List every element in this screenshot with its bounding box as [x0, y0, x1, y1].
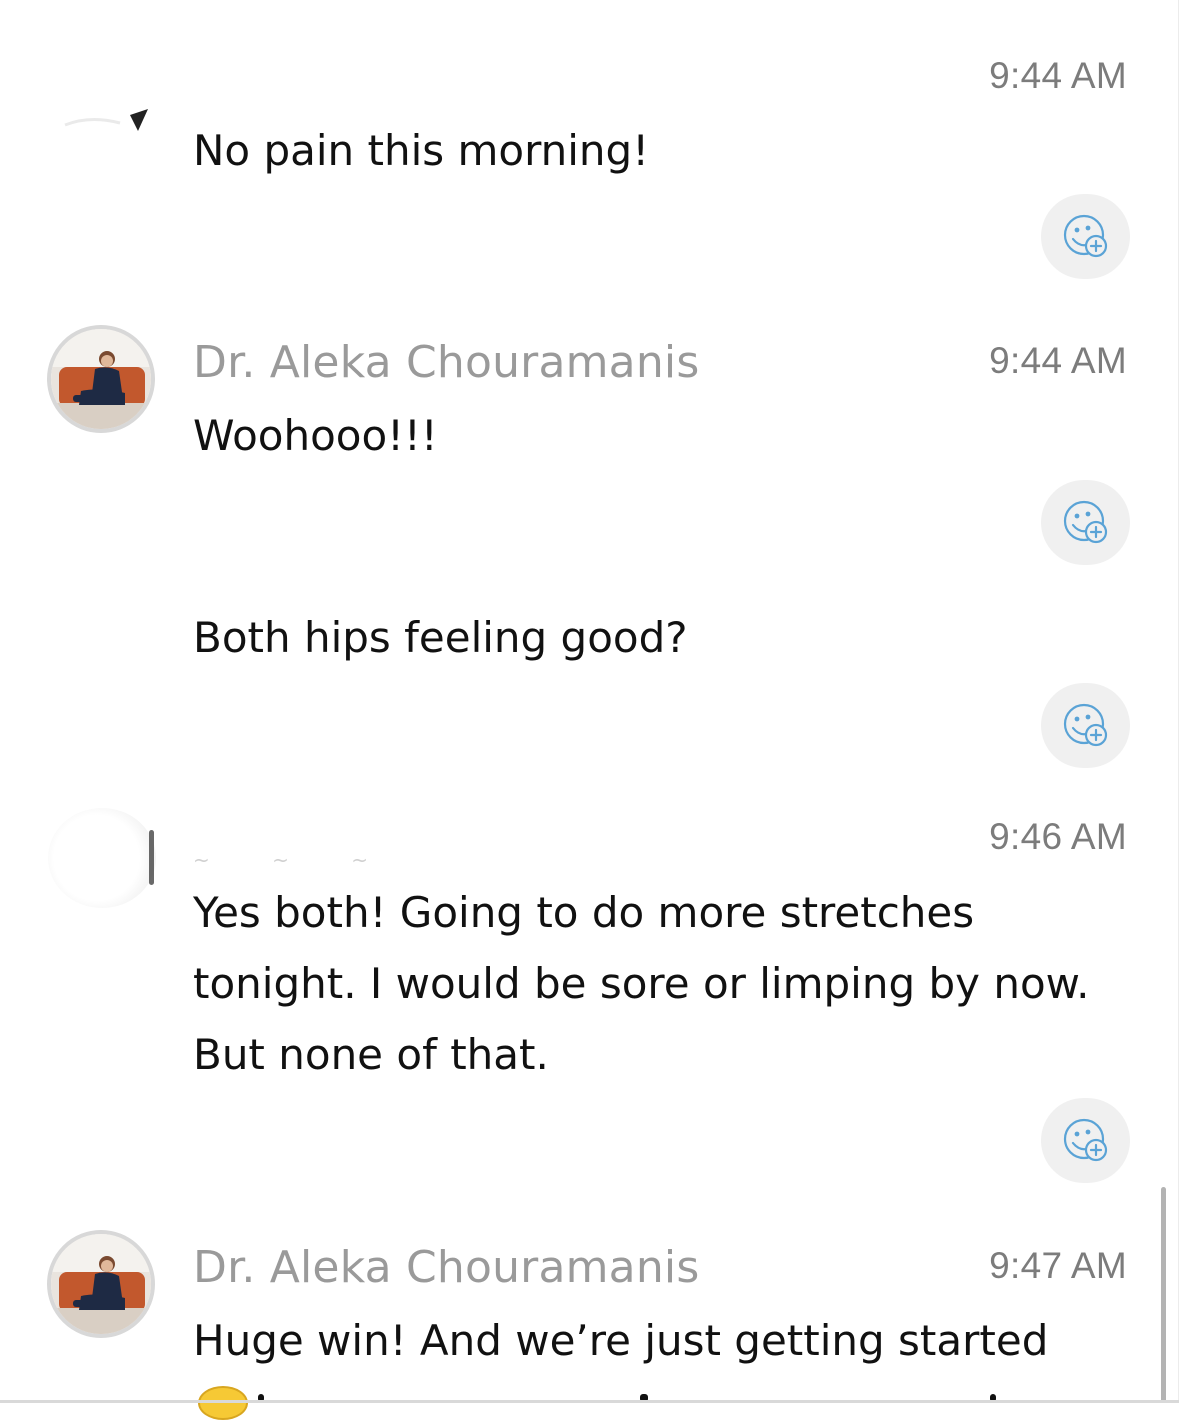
- emoji-icon: [198, 1386, 248, 1420]
- add-reaction-button[interactable]: [1041, 1098, 1130, 1183]
- add-reaction-button[interactable]: [1041, 194, 1130, 279]
- sender-name: Dr. Aleka Chouramanis: [193, 337, 700, 388]
- avatar[interactable]: [47, 1230, 155, 1338]
- add-reaction-icon: [1063, 703, 1108, 747]
- message-text: No pain this morning!: [193, 126, 650, 175]
- sender-name: Dr. Aleka Chouramanis: [193, 1242, 700, 1293]
- message-time: 9:47 AM: [989, 1245, 1127, 1286]
- doctor-photo: [51, 1234, 151, 1334]
- add-reaction-button[interactable]: [1041, 480, 1130, 565]
- message-text: Woohooo!!!: [193, 411, 438, 460]
- doctor-photo: [51, 329, 151, 429]
- message-time: 9:44 AM: [989, 55, 1127, 96]
- avatar-edge: [149, 830, 154, 885]
- add-reaction-icon: [1063, 1118, 1108, 1162]
- avatar-fragment: [64, 109, 148, 131]
- message-text: Yes both! Going to do more stretches ton…: [193, 888, 1090, 1079]
- message-text: Huge win! And we’re just getting started: [193, 1316, 1049, 1365]
- message-time: 9:44 AM: [989, 340, 1127, 381]
- message-time: 9:46 AM: [989, 816, 1127, 857]
- message-text: Both hips feeling good?: [193, 613, 688, 662]
- avatar[interactable]: [48, 808, 156, 908]
- add-reaction-button[interactable]: [1041, 683, 1130, 768]
- avatar[interactable]: [47, 325, 155, 433]
- sender-name-redacted: ~ ~ ~: [193, 848, 396, 872]
- add-reaction-icon: [1063, 500, 1108, 544]
- scrollbar[interactable]: [1161, 1187, 1166, 1403]
- add-reaction-icon: [1063, 214, 1108, 258]
